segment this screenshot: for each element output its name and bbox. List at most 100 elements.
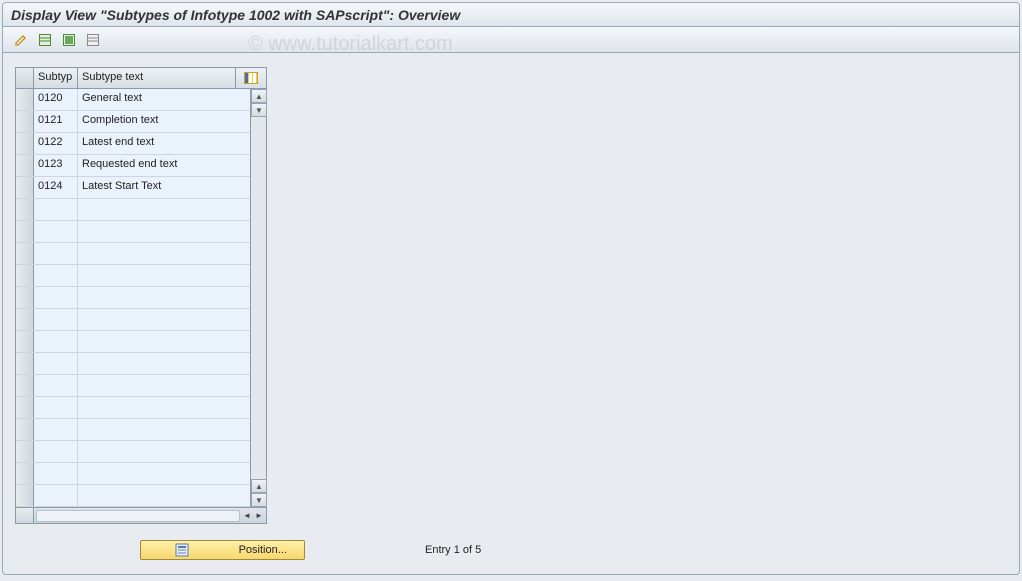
entry-status: Entry 1 of 5 — [425, 544, 481, 556]
cell-subtyp[interactable] — [34, 243, 78, 264]
table-row: 0121Completion text — [16, 111, 266, 133]
cell-subtyp[interactable] — [34, 419, 78, 440]
change-icon[interactable] — [11, 30, 31, 50]
table-row — [16, 441, 266, 463]
row-selector[interactable] — [16, 221, 34, 242]
cell-subtyp[interactable] — [34, 265, 78, 286]
cell-subtyp[interactable] — [34, 353, 78, 374]
row-selector[interactable] — [16, 331, 34, 352]
cell-subtyp[interactable] — [34, 397, 78, 418]
cell-subtype-text[interactable] — [78, 221, 266, 242]
row-selector[interactable] — [16, 243, 34, 264]
cell-subtype-text[interactable] — [78, 309, 266, 330]
cell-subtyp[interactable] — [34, 221, 78, 242]
row-selector[interactable] — [16, 353, 34, 374]
cell-subtyp[interactable] — [34, 463, 78, 484]
hscroll-track[interactable] — [36, 510, 240, 522]
cell-subtype-text[interactable] — [78, 397, 266, 418]
table-row — [16, 419, 266, 441]
cell-subtype-text[interactable] — [78, 243, 266, 264]
footer-bar: Position... Entry 1 of 5 — [140, 540, 481, 560]
table-row: 0124Latest Start Text — [16, 177, 266, 199]
position-button-label: Position... — [226, 544, 301, 556]
table-row — [16, 243, 266, 265]
cell-subtype-text[interactable]: Requested end text — [78, 155, 266, 176]
cell-subtype-text[interactable] — [78, 353, 266, 374]
table-row: 0122Latest end text — [16, 133, 266, 155]
scroll-track[interactable] — [251, 117, 266, 479]
row-selector[interactable] — [16, 463, 34, 484]
row-selector[interactable] — [16, 309, 34, 330]
row-selector[interactable] — [16, 419, 34, 440]
table-row — [16, 309, 266, 331]
cell-subtype-text[interactable] — [78, 287, 266, 308]
table-row: 0123Requested end text — [16, 155, 266, 177]
scroll-left-icon[interactable]: ◄ — [242, 510, 252, 522]
data-table: Subtyp Subtype text 0120General text0121… — [15, 67, 267, 524]
row-selector[interactable] — [16, 485, 34, 506]
scroll-down-icon[interactable]: ▼ — [251, 103, 267, 117]
horizontal-scrollbar[interactable]: ◄ ► — [16, 507, 266, 523]
select-all-icon[interactable] — [59, 30, 79, 50]
table-row — [16, 485, 266, 507]
content-area: Subtyp Subtype text 0120General text0121… — [3, 53, 1019, 538]
cell-subtype-text[interactable]: Latest Start Text — [78, 177, 266, 198]
row-selector[interactable] — [16, 177, 34, 198]
deselect-all-icon[interactable] — [83, 30, 103, 50]
table-row — [16, 331, 266, 353]
cell-subtyp[interactable] — [34, 485, 78, 506]
cell-subtype-text[interactable] — [78, 441, 266, 462]
cell-subtype-text[interactable] — [78, 419, 266, 440]
cell-subtype-text[interactable] — [78, 199, 266, 220]
table-row — [16, 287, 266, 309]
row-selector[interactable] — [16, 375, 34, 396]
table-row: 0120General text — [16, 89, 266, 111]
cell-subtype-text[interactable] — [78, 485, 266, 506]
cell-subtyp[interactable]: 0120 — [34, 89, 78, 110]
column-header-subtype-text[interactable]: Subtype text — [78, 68, 236, 88]
cell-subtype-text[interactable] — [78, 463, 266, 484]
column-header-subtyp[interactable]: Subtyp — [34, 68, 78, 88]
page-title: Display View "Subtypes of Infotype 1002 … — [11, 7, 460, 23]
row-selector[interactable] — [16, 111, 34, 132]
table-view-icon[interactable] — [35, 30, 55, 50]
cell-subtype-text[interactable] — [78, 331, 266, 352]
scroll-up-icon[interactable]: ▲ — [251, 89, 267, 103]
cell-subtyp[interactable] — [34, 309, 78, 330]
cell-subtype-text[interactable] — [78, 375, 266, 396]
cell-subtyp[interactable] — [34, 331, 78, 352]
cell-subtyp[interactable] — [34, 199, 78, 220]
cell-subtyp[interactable] — [34, 375, 78, 396]
row-selector[interactable] — [16, 441, 34, 462]
cell-subtyp[interactable]: 0122 — [34, 133, 78, 154]
cell-subtyp[interactable]: 0121 — [34, 111, 78, 132]
row-selector-header[interactable] — [16, 68, 34, 88]
scroll-right-icon[interactable]: ► — [254, 510, 264, 522]
table-row — [16, 221, 266, 243]
row-selector[interactable] — [16, 133, 34, 154]
cell-subtype-text[interactable] — [78, 265, 266, 286]
cell-subtyp[interactable]: 0123 — [34, 155, 78, 176]
scroll-up2-icon[interactable]: ▲ — [251, 479, 267, 493]
cell-subtyp[interactable]: 0124 — [34, 177, 78, 198]
row-selector[interactable] — [16, 155, 34, 176]
table-header-row: Subtyp Subtype text — [16, 68, 266, 89]
cell-subtyp[interactable] — [34, 287, 78, 308]
table-body: 0120General text0121Completion text0122L… — [16, 89, 266, 507]
row-selector[interactable] — [16, 397, 34, 418]
scroll-down2-icon[interactable]: ▼ — [251, 493, 267, 507]
table-row — [16, 463, 266, 485]
cell-subtype-text[interactable]: Completion text — [78, 111, 266, 132]
cell-subtype-text[interactable]: General text — [78, 89, 266, 110]
row-selector[interactable] — [16, 89, 34, 110]
application-toolbar — [3, 27, 1019, 53]
cell-subtyp[interactable] — [34, 441, 78, 462]
hscroll-corner — [16, 508, 34, 523]
row-selector[interactable] — [16, 287, 34, 308]
row-selector[interactable] — [16, 265, 34, 286]
position-button[interactable]: Position... — [140, 540, 305, 560]
vertical-scrollbar[interactable]: ▲ ▼ ▲ ▼ — [250, 89, 266, 507]
table-settings-icon[interactable] — [236, 68, 266, 88]
cell-subtype-text[interactable]: Latest end text — [78, 133, 266, 154]
row-selector[interactable] — [16, 199, 34, 220]
